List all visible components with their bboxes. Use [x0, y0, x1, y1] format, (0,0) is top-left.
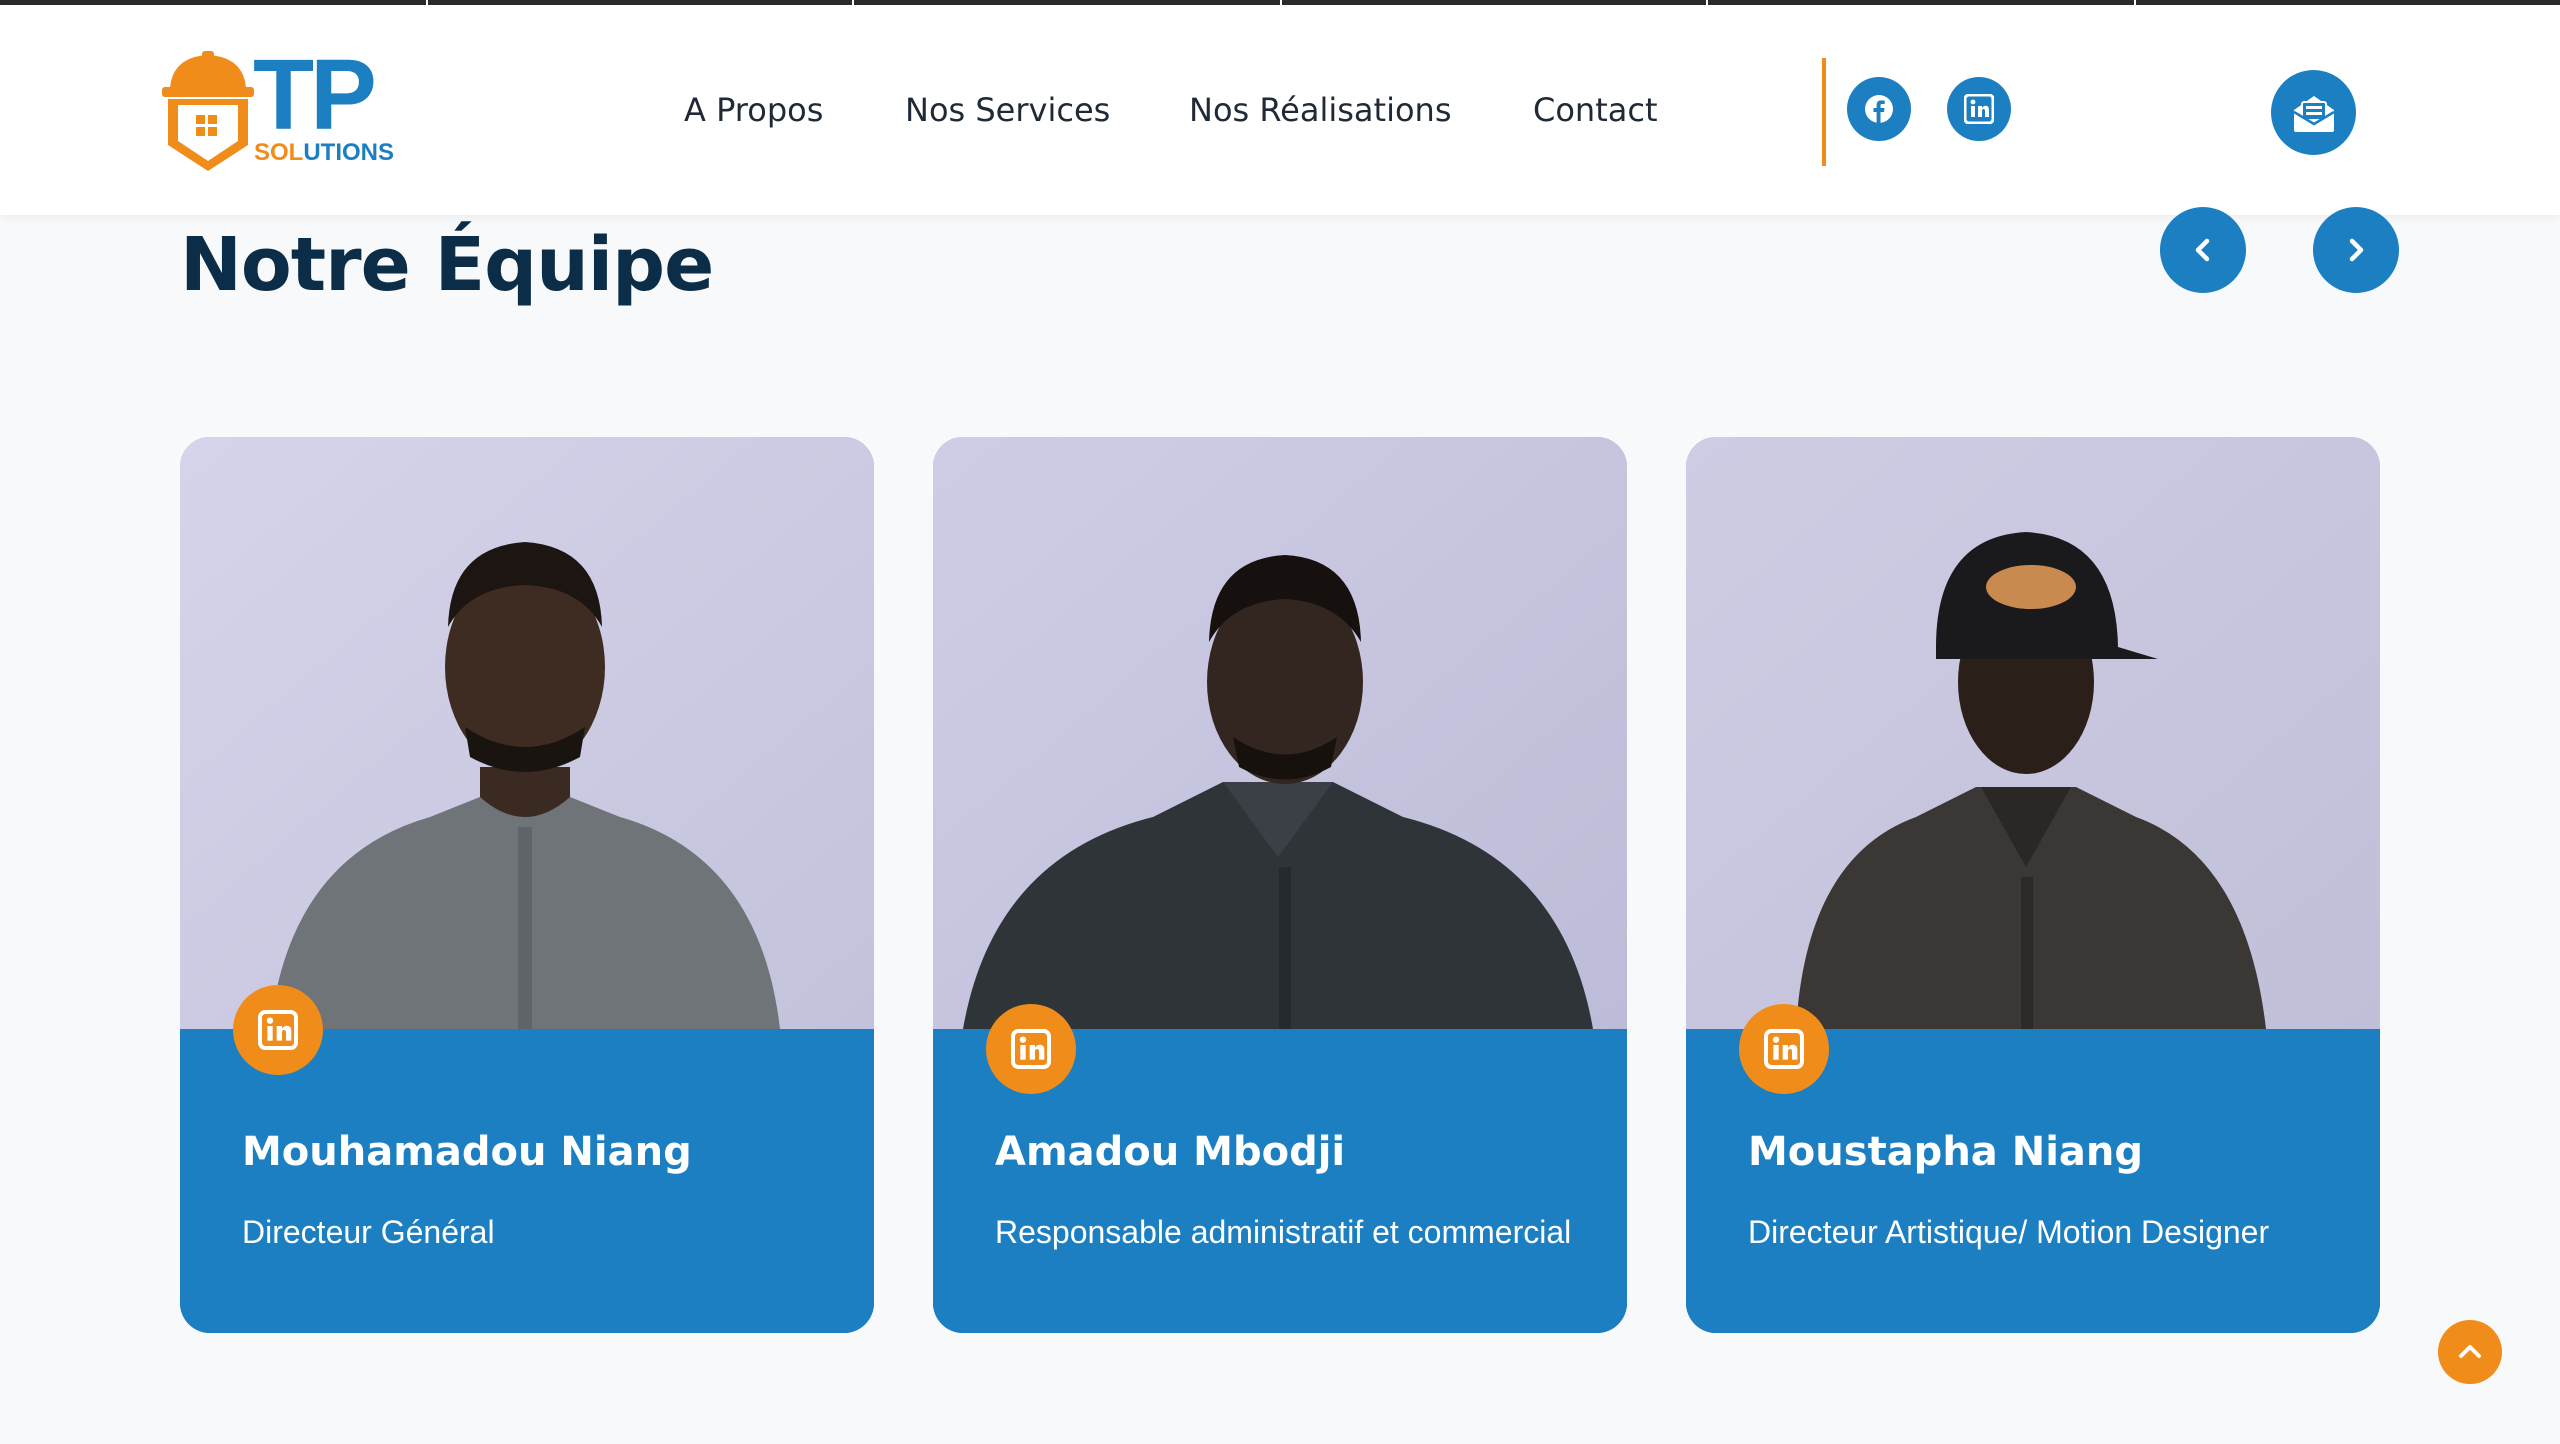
logo-wordmark: TP	[253, 39, 377, 151]
member-name: Moustapha Niang	[1748, 1129, 2143, 1175]
facebook-button[interactable]	[1847, 77, 1911, 141]
linkedin-icon	[1964, 94, 1994, 124]
team-member-photo	[933, 437, 1627, 1029]
linkedin-button[interactable]	[1947, 77, 2011, 141]
chevron-right-icon	[2349, 238, 2364, 262]
team-member-photo	[180, 437, 874, 1029]
mail-open-icon	[2292, 95, 2335, 132]
member-role: Directeur Artistique/ Motion Designer	[1748, 1214, 2270, 1250]
site-header: TP SOLUTIONS A Propos Nos Services Nos R…	[0, 5, 2560, 215]
linkedin-icon	[258, 1010, 298, 1050]
member-linkedin-button[interactable]	[1739, 1004, 1829, 1094]
team-card: Amadou Mbodji Responsable administratif …	[933, 437, 1627, 1333]
member-name: Mouhamadou Niang	[242, 1129, 692, 1175]
team-card: Moustapha Niang Directeur Artistique/ Mo…	[1686, 437, 2380, 1333]
carousel-next-button[interactable]	[2313, 207, 2399, 293]
nav-link-a-propos[interactable]: A Propos	[684, 91, 823, 129]
logo-subtitle: SOLUTIONS	[254, 139, 395, 166]
chevron-up-icon	[2459, 1345, 2481, 1358]
contact-button[interactable]	[2271, 70, 2356, 155]
member-linkedin-button[interactable]	[986, 1004, 1076, 1094]
chevron-left-icon	[2195, 238, 2210, 262]
facebook-icon	[1865, 95, 1893, 123]
linkedin-icon	[1764, 1029, 1804, 1069]
team-card-info: Mouhamadou Niang Directeur Général	[180, 1029, 874, 1333]
member-name: Amadou Mbodji	[995, 1129, 1346, 1175]
helmet-house-icon	[162, 51, 254, 171]
member-linkedin-button[interactable]	[233, 985, 323, 1075]
member-role: Responsable administratif et commercial	[995, 1214, 1572, 1250]
back-to-top-button[interactable]	[2438, 1320, 2502, 1384]
nav-link-realisations[interactable]: Nos Réalisations	[1189, 91, 1451, 129]
member-role: Directeur Général	[242, 1214, 495, 1250]
nav-link-contact[interactable]: Contact	[1533, 91, 1658, 129]
team-card: Mouhamadou Niang Directeur Général	[180, 437, 874, 1333]
site-logo[interactable]: TP SOLUTIONS	[158, 45, 418, 179]
team-section-title: Notre Équipe	[180, 222, 714, 308]
team-member-photo	[1686, 437, 2380, 1029]
nav-link-services[interactable]: Nos Services	[905, 91, 1110, 129]
linkedin-icon	[1011, 1029, 1051, 1069]
header-divider	[1822, 58, 1826, 166]
carousel-prev-button[interactable]	[2160, 207, 2246, 293]
